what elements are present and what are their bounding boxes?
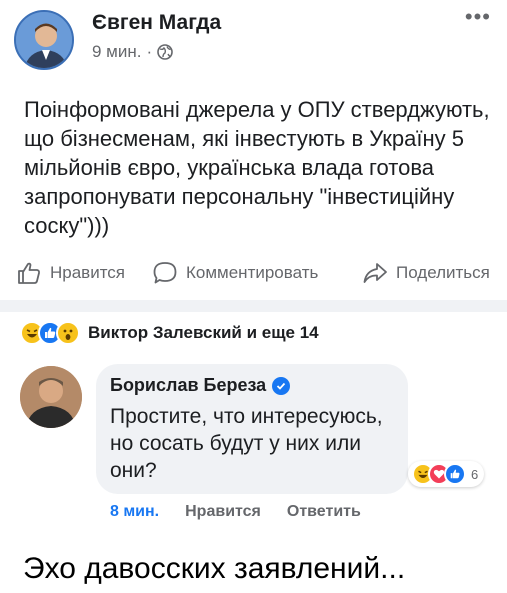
comment-button[interactable]: Комментировать	[152, 260, 318, 286]
commenter-name-text: Борислав Береза	[110, 375, 267, 395]
globe-icon	[157, 44, 173, 60]
more-options-icon[interactable]: •••	[465, 6, 491, 28]
section-divider	[0, 300, 507, 312]
meta-separator: ·	[146, 42, 153, 61]
author-avatar[interactable]	[14, 10, 74, 70]
reactions-summary[interactable]: Виктор Залевский и еще 14	[20, 321, 319, 345]
share-button[interactable]: Поделиться	[362, 260, 490, 286]
wow-icon	[56, 321, 80, 345]
post-text: Поінформовані джерела у ОПУ стверджують,…	[24, 97, 490, 238]
reactions-names[interactable]: Виктор Залевский и еще 14	[88, 323, 319, 343]
comment-icon	[153, 262, 177, 284]
verified-badge-icon	[272, 376, 291, 395]
comment-reactions[interactable]: 6	[408, 461, 485, 487]
commenter-avatar[interactable]	[20, 366, 82, 428]
like-icon	[444, 463, 466, 485]
caption-text: Эхо давосских заявлений...	[23, 552, 406, 585]
commenter-name[interactable]: Борислав Береза	[110, 375, 291, 396]
thumbs-up-icon	[18, 262, 40, 284]
comment-label: Комментировать	[186, 263, 319, 282]
comment-time[interactable]: 8 мин.	[110, 503, 159, 521]
comment-reaction-count: 6	[471, 466, 479, 482]
like-label: Нравится	[50, 263, 126, 282]
like-button[interactable]: Нравится	[16, 260, 125, 286]
comment-like-button[interactable]: Нравится	[185, 503, 261, 521]
comment-reply-button[interactable]: Ответить	[287, 503, 361, 521]
post-card: Євген Магда 9 мин. · ••• Поінформовані д…	[0, 0, 507, 545]
post-meta: 9 мин. ·	[92, 42, 173, 62]
author-name[interactable]: Євген Магда	[92, 11, 221, 35]
share-label: Поделиться	[396, 263, 490, 282]
post-actions: Нравится Комментировать Поделиться	[0, 254, 507, 294]
comment-text: Простите, что интересуюсь, но сосать буд…	[110, 405, 383, 482]
share-icon	[363, 263, 387, 283]
post-time[interactable]: 9 мин.	[92, 42, 141, 62]
comment-actions: 8 мин. Нравится Ответить	[110, 503, 361, 521]
